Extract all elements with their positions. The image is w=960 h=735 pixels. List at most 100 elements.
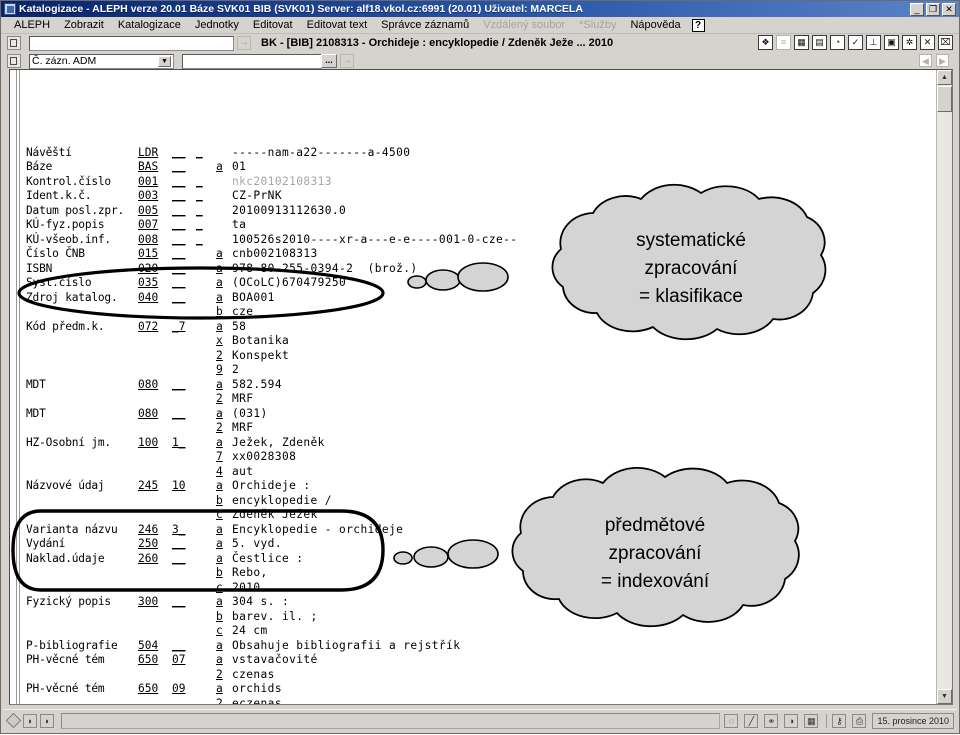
new-record-icon[interactable]: ❖ (758, 35, 773, 50)
marc-field-row[interactable]: c Zdeněk Ježek (26, 508, 936, 523)
marc-field-row[interactable]: MDT 080 __ a (031) (26, 407, 936, 422)
marc-subfield-code: c (216, 624, 223, 637)
browse-list-button[interactable]: ... (321, 54, 337, 68)
marc-field-row[interactable]: b cze (26, 305, 936, 320)
printer-glyph: ⎙ (855, 715, 864, 726)
marc-field-row[interactable]: Syst.číslo 035 __ a (OCoLC)670479250 (26, 276, 936, 291)
marc-field-row[interactable]: x Botanika (26, 334, 936, 349)
marc-field-row[interactable]: PH-věcné tém 650 09 a orchids (26, 682, 936, 697)
marc-field-row[interactable]: HZ-Osobní jm. 100 1_ a Ježek, Zdeněk (26, 436, 936, 451)
marc-field-row[interactable]: Kontrol.číslo 001 __ _ nkc20102108313 (26, 175, 936, 190)
menu-item-spravce-zaznamu[interactable]: Správce záznamů (374, 17, 476, 33)
marc-field-row[interactable]: PH-věcné tém 650 07 a vstavačovité (26, 653, 936, 668)
save-record-icon[interactable]: ▤ (812, 35, 827, 50)
marc-subfield-code: b (216, 305, 223, 318)
search-go-button[interactable]: → (237, 36, 251, 50)
marc-field-row[interactable]: KÚ-všeob.inf. 008 __ _ 100526s2010----xr-a--… (26, 233, 936, 248)
marc-field-label: Číslo ČNB (26, 247, 85, 260)
marc-record-pane[interactable]: Návěští LDR __ _ -----nam-a22-------a-4500 Bá… (9, 69, 953, 705)
marc-field-row[interactable]: ISBN 020 __ a 978-80-255-0394-2 (brož.) (26, 262, 936, 277)
save-record-glyph: ▤ (815, 37, 824, 47)
check-record-icon[interactable]: ✓ (848, 35, 863, 50)
menu-item-editovat-text[interactable]: Editovat text (300, 17, 375, 33)
record-number-input[interactable] (182, 53, 322, 69)
window-list-icon[interactable] (7, 36, 21, 50)
marc-field-row[interactable]: c 2010 (26, 581, 936, 596)
marc-field-row[interactable]: P-bibliografie 504 __ a Obsahuje bibliografi… (26, 639, 936, 654)
marc-field-list[interactable]: Návěští LDR __ _ -----nam-a22-------a-4500 Bá… (10, 70, 936, 704)
diskette-icon[interactable]: ▣ (884, 35, 899, 50)
menu-item-katalogizace[interactable]: Katalogizace (111, 17, 188, 33)
check-record-glyph: ✓ (851, 37, 860, 47)
anchor-icon[interactable]: ⊥ (866, 35, 881, 50)
scroll-down-button[interactable]: ▼ (937, 689, 952, 704)
record-go-button[interactable]: → (340, 54, 354, 68)
status-date: 15. prosince 2010 (872, 712, 954, 729)
table-view-icon[interactable]: ▦ (794, 35, 809, 50)
marc-field-row[interactable]: KÚ-fyz.popis 007 __ _ ta (26, 218, 936, 233)
grid-icon[interactable]: ▦ (804, 713, 819, 728)
vertical-scrollbar[interactable]: ▲ ▼ (936, 70, 952, 704)
marc-field-row[interactable]: Fyzický popis 300 __ a 304 s. : (26, 595, 936, 610)
marc-field-tag: 260 (138, 551, 159, 565)
globe-icon[interactable]: ◑ (784, 713, 799, 728)
marc-field-row[interactable]: 7 xx0028308 (26, 450, 936, 465)
marc-field-row[interactable]: Varianta názvu 246 3_ a Encyklopedie - orchi… (26, 523, 936, 538)
marc-field-row[interactable]: Vydání 250 __ a 5. vyd. (26, 537, 936, 552)
marc-field-row[interactable]: 4 aut (26, 465, 936, 480)
menu-item-editovat[interactable]: Editovat (246, 17, 300, 33)
menu-item-jednotky[interactable]: Jednotky (188, 17, 246, 33)
printer-icon[interactable]: ⎙ (852, 713, 867, 728)
key-icon[interactable]: ⚷ (832, 713, 847, 728)
close-button[interactable]: ✕ (942, 2, 956, 16)
marc-field-row[interactable]: b Rebo, (26, 566, 936, 581)
menu-item-zobrazit[interactable]: Zobrazit (57, 17, 111, 33)
marc-field-tag: BAS (138, 160, 159, 173)
marc-field-row[interactable]: Číslo ČNB 015 __ a cnb002108313 (26, 247, 936, 262)
document-icon[interactable] (7, 54, 21, 68)
marc-field-row[interactable]: Názvové údaj 245 10 a Orchideje : (26, 479, 936, 494)
scroll-up-button[interactable]: ▲ (937, 70, 952, 85)
record-type-select[interactable]: Č. zázn. ADM ▼ (29, 53, 174, 69)
marc-field-row[interactable]: MDT 080 __ a 582.594 (26, 378, 936, 393)
marc-field-row[interactable]: b encyklopedie / (26, 494, 936, 509)
page-icon-1[interactable]: ◗ (23, 713, 37, 728)
marc-field-row[interactable]: 2 czenas (26, 668, 936, 683)
close-record-icon[interactable]: ✕ (920, 35, 935, 50)
marc-field-label: Zdroj katalog. (26, 290, 118, 304)
marc-field-row[interactable]: Báze BAS __ a 01 (26, 160, 936, 175)
minimize-button[interactable]: _ (910, 2, 924, 16)
help-icon[interactable]: ? (691, 18, 705, 32)
soccer-ball-icon[interactable]: ◌ (724, 713, 739, 728)
title-bar: Katalogizace - ALEPH verze 20.01 Báze SV… (1, 1, 959, 17)
marc-field-row[interactable]: Kód předm.k. 072 _7 a 58 (26, 320, 936, 335)
scrollbar-thumb[interactable] (937, 86, 952, 112)
marc-field-row[interactable]: 2 eczenas (26, 697, 936, 705)
expand-icon[interactable]: ✲ (902, 35, 917, 50)
close-record-glyph: ✕ (923, 37, 932, 47)
menu-item-aleph[interactable]: ALEPH (7, 17, 57, 33)
marc-field-row[interactable]: Ident.k.č. 003 __ _ CZ-PrNK (26, 189, 936, 204)
page-icon-2[interactable]: ◗ (40, 713, 54, 728)
marc-field-row[interactable]: 2 Konspekt (26, 349, 936, 364)
chevron-down-icon[interactable]: ▼ (158, 55, 171, 67)
close-all-icon[interactable]: ⌧ (938, 35, 953, 50)
marc-field-row[interactable]: b barev. il. ; (26, 610, 936, 625)
marc-subfield-code: 2 (216, 667, 223, 681)
pencil-icon[interactable]: ╱ (744, 713, 759, 728)
menu-item-napoveda[interactable]: Nápověda (623, 17, 687, 33)
marc-record-scroll-area[interactable]: Návěští LDR __ _ -----nam-a22-------a-4500 Bá… (10, 70, 936, 704)
record-type-select-value: Č. zázn. ADM (32, 55, 97, 67)
marc-field-row[interactable]: 2 MRF (26, 392, 936, 407)
link-icon[interactable]: ⚭ (764, 713, 779, 728)
marc-field-row[interactable]: 92 (26, 363, 936, 378)
search-input[interactable] (29, 35, 234, 51)
marc-field-row[interactable]: c 24 cm (26, 624, 936, 639)
restore-button[interactable]: ❐ (926, 2, 940, 16)
marc-field-row[interactable]: 2 MRF (26, 421, 936, 436)
marc-field-row[interactable]: Návěští LDR __ _ -----nam-a22-------a-4500 (26, 146, 936, 161)
marc-field-row[interactable]: Zdroj katalog. 040 __ a BOA001 (26, 291, 936, 306)
tag-icon[interactable]: ◔ (830, 35, 845, 50)
marc-field-row[interactable]: Naklad.údaje 260 __ a Čestlice : (26, 552, 936, 567)
marc-field-row[interactable]: Datum posl.zpr. 005 __ _ 20100913112630.0 (26, 204, 936, 219)
